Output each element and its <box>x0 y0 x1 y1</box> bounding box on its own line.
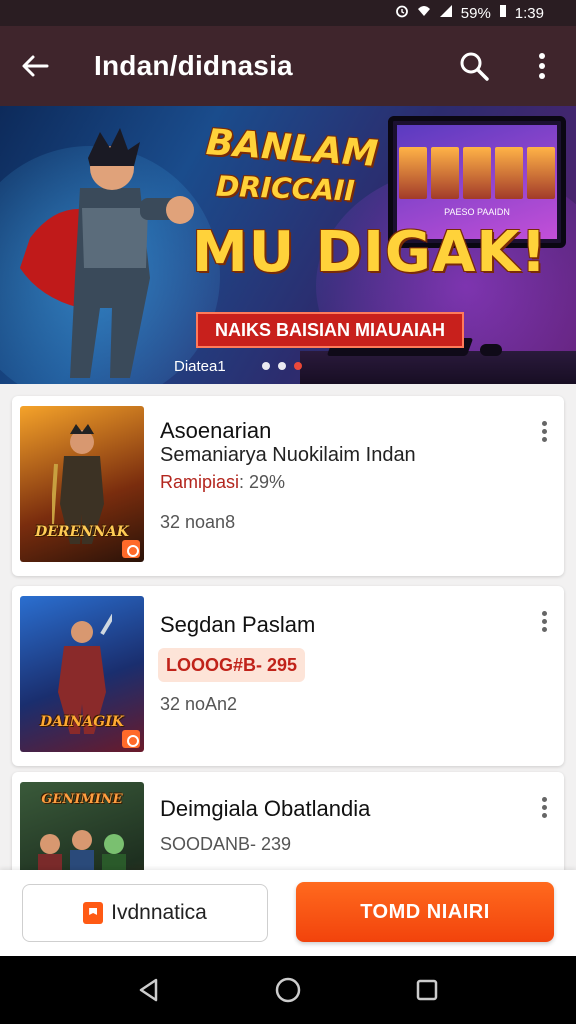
promo-banner[interactable]: PAESO PAAIDN BANLAM DRICCAII MU DIGAK! N… <box>0 106 576 384</box>
list-item-thumbnail: GENIMINE <box>20 782 144 870</box>
list-item-thumbnail: DERENNAK <box>20 406 144 562</box>
arrow-left-icon <box>22 55 49 77</box>
more-vert-icon <box>539 53 545 79</box>
item-more-button[interactable] <box>532 416 556 446</box>
banner-tag: Diatea1 <box>174 358 226 375</box>
app-bar: Indan/didnasia <box>0 26 576 106</box>
back-button[interactable] <box>0 26 70 106</box>
battery-percent: 59% <box>460 4 491 22</box>
page-title: Indan/didnasia <box>94 50 293 81</box>
alarm-icon <box>395 4 409 22</box>
carousel-dot[interactable] <box>262 362 270 370</box>
list-item-meta: 32 noan8 <box>160 512 236 532</box>
list-item-meta: SOODANB- 239 <box>160 834 292 854</box>
battery-icon <box>499 4 507 22</box>
nav-home-button[interactable] <box>268 970 308 1010</box>
search-button[interactable] <box>440 26 508 106</box>
list-item-meta: 32 noAn2 <box>160 694 238 714</box>
list-item-title: Deimgiala Obatlandia <box>160 796 371 821</box>
badge-icon <box>122 540 140 558</box>
badge-icon <box>122 730 140 748</box>
list-item-title: Asoenarian <box>160 418 272 443</box>
bookmark-icon <box>83 902 104 924</box>
banner-headline-2: DRICCAII <box>215 169 356 208</box>
circle-home-icon <box>275 977 301 1003</box>
thumbnail-title: DERENNAK <box>35 524 129 540</box>
price-label: Ramipiasi <box>160 472 240 492</box>
secondary-button-label: Ivdnnatica <box>111 901 207 924</box>
list-item-subtitle: Semaniarya Nuokilaim Indan <box>160 444 416 466</box>
signal-icon <box>439 4 453 22</box>
list-item-price: Ramipiasi: 29% <box>160 472 285 493</box>
secondary-button[interactable]: Ivdnnatica <box>22 884 268 942</box>
square-recents-icon <box>416 979 437 1001</box>
monitor-caption: PAESO PAAIDN <box>444 207 510 217</box>
list-item[interactable]: GENIMINE Deimgiala Obatlandia SOODANB- 2… <box>12 772 564 870</box>
character-thumb-figure <box>38 830 126 870</box>
list-item[interactable]: DAINAGIK Segdan Paslam LOOOG#B- 295 32 n… <box>12 586 564 766</box>
list-item-thumbnail: DAINAGIK <box>20 596 144 752</box>
triangle-back-icon <box>140 978 158 1002</box>
thumbnail-title: GENIMINE <box>41 792 123 807</box>
mouse-image <box>480 344 502 356</box>
content-list: DERENNAK Asoenarian Semaniarya Nuokilaim… <box>0 384 576 870</box>
system-nav-bar <box>0 956 576 1024</box>
search-icon <box>460 52 489 81</box>
primary-button[interactable]: TOMD NIAIRI <box>296 882 554 942</box>
banner-big-text: MU DIGAK! <box>192 220 548 285</box>
carousel-dots <box>262 362 302 370</box>
bottom-action-bar: Ivdnnatica TOMD NIAIRI <box>0 870 576 956</box>
clock: 1:39 <box>514 4 544 22</box>
wifi-icon <box>417 4 431 22</box>
item-more-button[interactable] <box>532 606 556 636</box>
price-value: : 29% <box>239 472 286 492</box>
nav-recents-button[interactable] <box>407 970 447 1010</box>
list-item-title: Segdan Paslam <box>160 612 316 637</box>
item-more-button[interactable] <box>532 792 556 822</box>
list-item[interactable]: DERENNAK Asoenarian Semaniarya Nuokilaim… <box>12 396 564 576</box>
hero-character-image <box>20 128 194 378</box>
carousel-dot[interactable] <box>278 362 286 370</box>
overflow-menu-button[interactable] <box>508 26 576 106</box>
banner-headline-1: BANLAM <box>204 122 380 175</box>
thumbnail-title: DAINAGIK <box>40 714 124 730</box>
banner-ribbon: NAIKS BAISIAN MIAUAIAH <box>196 312 464 348</box>
status-bar: 59% 1:39 <box>0 0 576 26</box>
price-pill: LOOOG#B- 295 <box>158 648 306 682</box>
nav-back-button[interactable] <box>129 970 169 1010</box>
carousel-dot-active[interactable] <box>294 362 302 370</box>
